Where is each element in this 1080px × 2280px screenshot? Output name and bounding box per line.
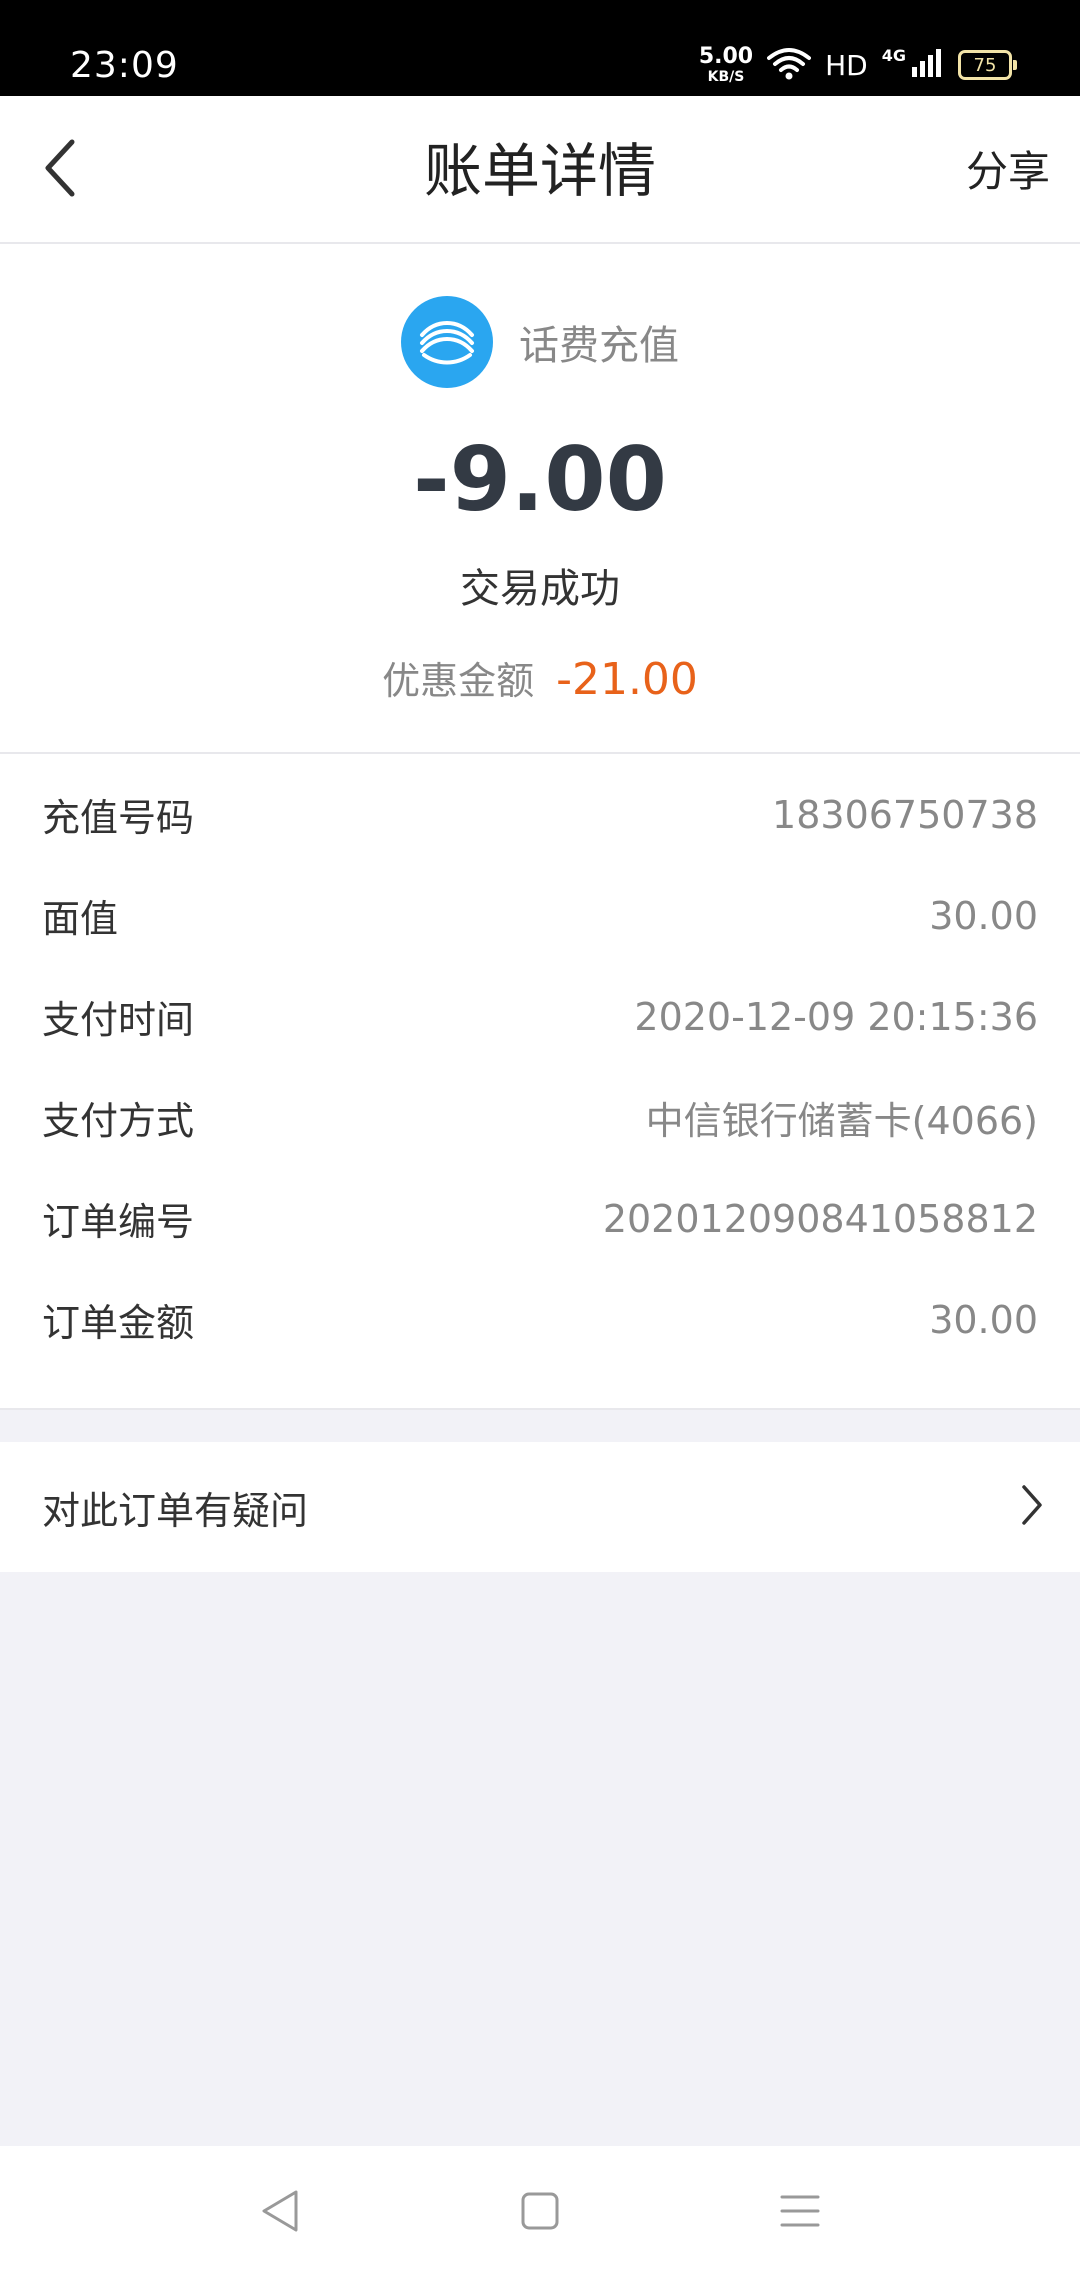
signal-icon: [910, 47, 944, 83]
bill-summary: 话费充值 -9.00 交易成功 优惠金额 -21.00: [0, 244, 1080, 754]
detail-value: 2020-12-09 20:15:36: [634, 994, 1038, 1039]
order-question-label: 对此订单有疑问: [42, 1488, 309, 1533]
chevron-right-icon: [1020, 1484, 1044, 1530]
detail-row-payment-time: 支付时间 2020-12-09 20:15:36: [0, 966, 1080, 1067]
network-speed-value: 5.00: [698, 44, 754, 69]
system-nav-bar: [0, 2146, 1080, 2280]
detail-value: 中信银行储蓄卡(4066): [645, 1099, 1038, 1143]
detail-row-payment-method: 支付方式 中信银行储蓄卡(4066): [0, 1067, 1080, 1168]
merchant: 话费充值: [0, 296, 1080, 388]
system-home-button[interactable]: [510, 2183, 570, 2243]
network-speed: 5.00 KB/S: [698, 44, 754, 85]
detail-row-order-number: 订单编号 202012090841058812: [0, 1168, 1080, 1269]
detail-label: 订单编号: [42, 1200, 195, 1244]
detail-label: 充值号码: [42, 796, 195, 840]
detail-row-face-value: 面值 30.00: [0, 865, 1080, 966]
detail-value: 30.00: [929, 893, 1038, 938]
transaction-status: 交易成功: [460, 566, 620, 612]
share-button[interactable]: 分享: [966, 146, 1050, 198]
detail-label: 支付方式: [42, 1099, 195, 1143]
nav-bar: 账单详情 分享: [0, 96, 1080, 244]
detail-label: 订单金额: [42, 1301, 195, 1345]
merchant-name: 话费充值: [519, 323, 679, 369]
detail-row-order-amount: 订单金额 30.00: [0, 1269, 1080, 1370]
status-bar: 23:09 5.00 KB/S HD 4G 75: [0, 0, 1080, 96]
hd-indicator: HD: [825, 48, 868, 82]
discount-value: -21.00: [556, 654, 698, 705]
square-home-icon: [520, 2191, 560, 2235]
china-mobile-logo-icon: [401, 296, 493, 388]
network-speed-unit: KB/S: [707, 69, 745, 85]
discount-label: 优惠金额: [382, 659, 535, 703]
page-title: 账单详情: [423, 137, 656, 205]
status-time: 23:09: [70, 45, 179, 86]
detail-row-recharge-number: 充值号码 18306750738: [0, 764, 1080, 865]
battery-icon: 75: [958, 50, 1017, 80]
system-menu-button[interactable]: [770, 2183, 830, 2243]
bill-details: 充值号码 18306750738 面值 30.00 支付时间 2020-12-0…: [0, 754, 1080, 1410]
discount: 优惠金额 -21.00: [0, 650, 1080, 705]
detail-value: 30.00: [929, 1297, 1038, 1342]
system-back-button[interactable]: [250, 2183, 310, 2243]
network-type: 4G: [881, 46, 906, 65]
triangle-back-icon: [258, 2188, 302, 2238]
menu-icon: [780, 2193, 820, 2233]
wifi-icon: [767, 46, 812, 84]
order-question-row[interactable]: 对此订单有疑问: [0, 1442, 1080, 1572]
detail-label: 支付时间: [42, 998, 195, 1042]
detail-value: 202012090841058812: [602, 1196, 1038, 1241]
detail-label: 面值: [42, 897, 119, 941]
status-icons: 5.00 KB/S HD 4G 75: [698, 40, 1017, 90]
battery-level: 75: [973, 54, 997, 76]
detail-value: 18306750738: [772, 792, 1038, 837]
transaction-amount: -9.00: [413, 428, 667, 531]
